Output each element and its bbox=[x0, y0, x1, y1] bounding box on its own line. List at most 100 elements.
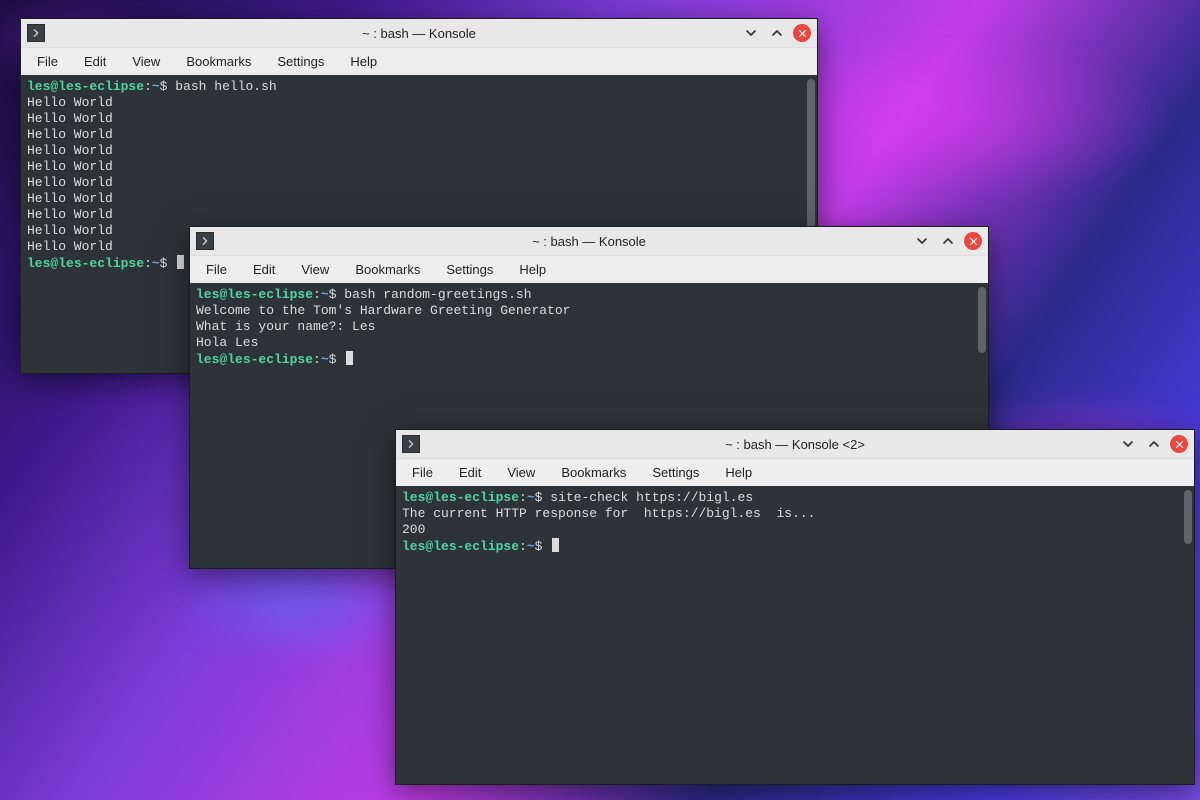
prompt-host: les-eclipse bbox=[433, 490, 519, 505]
scrollbar-thumb[interactable] bbox=[1184, 490, 1192, 544]
close-button[interactable] bbox=[793, 24, 811, 42]
scrollbar-thumb[interactable] bbox=[978, 287, 986, 353]
titlebar[interactable]: ~ : bash — Konsole <2> bbox=[396, 430, 1194, 458]
close-button[interactable] bbox=[1170, 435, 1188, 453]
output-text: Hello World bbox=[27, 95, 113, 110]
terminal-icon bbox=[402, 435, 420, 453]
prompt-host: les-eclipse bbox=[58, 256, 144, 271]
command-text: bash hello.sh bbox=[175, 79, 276, 94]
cursor bbox=[552, 538, 559, 552]
menubar: FileEditViewBookmarksSettingsHelp bbox=[190, 255, 988, 283]
window-title: ~ : bash — Konsole bbox=[190, 234, 988, 249]
menu-item-bookmarks[interactable]: Bookmarks bbox=[343, 258, 432, 281]
output-text: Welcome to the Tom's Hardware Greeting G… bbox=[196, 303, 570, 318]
menu-item-help[interactable]: Help bbox=[713, 461, 764, 484]
prompt-host: les-eclipse bbox=[227, 352, 313, 367]
output-text: Hello World bbox=[27, 223, 113, 238]
terminal-icon bbox=[27, 24, 45, 42]
output-text: Hello World bbox=[27, 175, 113, 190]
prompt-line: les@les-eclipse:~$ bash random-greetings… bbox=[196, 287, 982, 303]
output-text: Hola Les bbox=[196, 335, 258, 350]
minimize-button[interactable] bbox=[741, 23, 761, 43]
scrollbar[interactable] bbox=[1184, 488, 1192, 782]
prompt-user: les bbox=[27, 256, 50, 271]
menu-item-view[interactable]: View bbox=[120, 50, 172, 73]
output-line: Hello World bbox=[27, 207, 811, 223]
output-text: What is your name?: Les bbox=[196, 319, 375, 334]
output-line: Hola Les bbox=[196, 335, 982, 351]
prompt-line: les@les-eclipse:~$ site-check https://bi… bbox=[402, 490, 1188, 506]
output-text: Hello World bbox=[27, 111, 113, 126]
output-line: Welcome to the Tom's Hardware Greeting G… bbox=[196, 303, 982, 319]
prompt-path: ~ bbox=[321, 352, 329, 367]
titlebar[interactable]: ~ : bash — Konsole bbox=[21, 19, 817, 47]
window-controls bbox=[741, 23, 811, 43]
cursor bbox=[346, 351, 353, 365]
output-line: What is your name?: Les bbox=[196, 319, 982, 335]
output-line: The current HTTP response for https://bi… bbox=[402, 506, 1188, 522]
close-button[interactable] bbox=[964, 232, 982, 250]
prompt-host: les-eclipse bbox=[58, 79, 144, 94]
prompt-path: ~ bbox=[152, 256, 160, 271]
output-line: Hello World bbox=[27, 95, 811, 111]
menu-item-file[interactable]: File bbox=[194, 258, 239, 281]
command-text: site-check https://bigl.es bbox=[550, 490, 753, 505]
prompt-path: ~ bbox=[527, 490, 535, 505]
scrollbar-thumb[interactable] bbox=[807, 79, 815, 243]
terminal-icon bbox=[196, 232, 214, 250]
output-line: Hello World bbox=[27, 111, 811, 127]
output-text: Hello World bbox=[27, 159, 113, 174]
menu-item-bookmarks[interactable]: Bookmarks bbox=[174, 50, 263, 73]
prompt-user: les bbox=[196, 352, 219, 367]
menu-item-file[interactable]: File bbox=[400, 461, 445, 484]
window-controls bbox=[912, 231, 982, 251]
terminal-body[interactable]: les@les-eclipse:~$ site-check https://bi… bbox=[396, 486, 1194, 784]
menu-item-view[interactable]: View bbox=[495, 461, 547, 484]
menubar: FileEditViewBookmarksSettingsHelp bbox=[21, 47, 817, 75]
prompt-path: ~ bbox=[321, 287, 329, 302]
menu-item-help[interactable]: Help bbox=[338, 50, 389, 73]
menu-item-settings[interactable]: Settings bbox=[265, 50, 336, 73]
output-text: Hello World bbox=[27, 191, 113, 206]
menu-item-file[interactable]: File bbox=[25, 50, 70, 73]
prompt-line: les@les-eclipse:~$ bash hello.sh bbox=[27, 79, 811, 95]
menu-item-help[interactable]: Help bbox=[507, 258, 558, 281]
menu-item-settings[interactable]: Settings bbox=[434, 258, 505, 281]
window-title: ~ : bash — Konsole bbox=[21, 26, 817, 41]
prompt-host: les-eclipse bbox=[227, 287, 313, 302]
menu-item-settings[interactable]: Settings bbox=[640, 461, 711, 484]
window-title: ~ : bash — Konsole <2> bbox=[396, 437, 1194, 452]
command-text: bash random-greetings.sh bbox=[344, 287, 531, 302]
terminal-window[interactable]: ~ : bash — Konsole <2> FileEditViewBookma… bbox=[395, 429, 1195, 785]
minimize-button[interactable] bbox=[912, 231, 932, 251]
menu-item-bookmarks[interactable]: Bookmarks bbox=[549, 461, 638, 484]
output-text: Hello World bbox=[27, 127, 113, 142]
output-line: Hello World bbox=[27, 127, 811, 143]
window-controls bbox=[1118, 434, 1188, 454]
menu-item-edit[interactable]: Edit bbox=[72, 50, 118, 73]
output-line: Hello World bbox=[27, 175, 811, 191]
output-text: Hello World bbox=[27, 143, 113, 158]
output-text: The current HTTP response for https://bi… bbox=[402, 506, 815, 521]
output-line: Hello World bbox=[27, 143, 811, 159]
menu-item-edit[interactable]: Edit bbox=[447, 461, 493, 484]
output-line: 200 bbox=[402, 522, 1188, 538]
prompt-line: les@les-eclipse:~$ bbox=[196, 351, 982, 368]
prompt-line: les@les-eclipse:~$ bbox=[402, 538, 1188, 555]
prompt-user: les bbox=[402, 539, 425, 554]
prompt-host: les-eclipse bbox=[433, 539, 519, 554]
cursor bbox=[177, 255, 184, 269]
menu-item-view[interactable]: View bbox=[289, 258, 341, 281]
output-line: Hello World bbox=[27, 191, 811, 207]
output-line: Hello World bbox=[27, 159, 811, 175]
prompt-user: les bbox=[402, 490, 425, 505]
maximize-button[interactable] bbox=[938, 231, 958, 251]
maximize-button[interactable] bbox=[1144, 434, 1164, 454]
minimize-button[interactable] bbox=[1118, 434, 1138, 454]
maximize-button[interactable] bbox=[767, 23, 787, 43]
prompt-path: ~ bbox=[527, 539, 535, 554]
menu-item-edit[interactable]: Edit bbox=[241, 258, 287, 281]
titlebar[interactable]: ~ : bash — Konsole bbox=[190, 227, 988, 255]
output-text: Hello World bbox=[27, 239, 113, 254]
menubar: FileEditViewBookmarksSettingsHelp bbox=[396, 458, 1194, 486]
